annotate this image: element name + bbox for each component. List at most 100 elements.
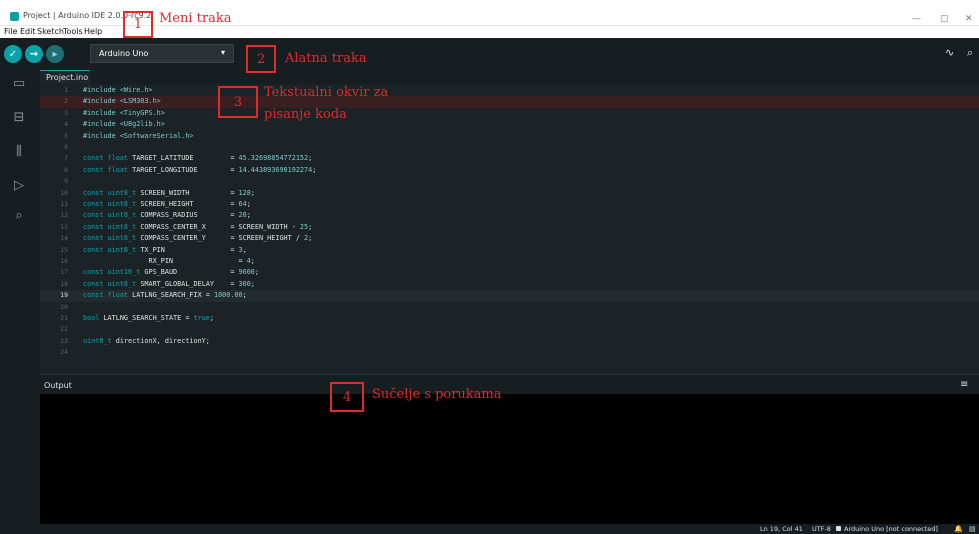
code-token: 25 — [299, 222, 309, 231]
code-line[interactable]: 20 — [40, 302, 979, 313]
tab-project-ino[interactable]: Project.ino — [40, 70, 90, 84]
boards-manager-icon[interactable]: ⊟ — [11, 110, 27, 126]
code-token: = — [238, 257, 247, 265]
code-line[interactable]: 4 #include <U8g2lib.h> — [40, 119, 979, 130]
code-token: COMPASS_CENTER_X — [140, 222, 231, 231]
arduino-app-icon — [10, 12, 19, 21]
serial-monitor-icon[interactable]: ⌕ — [967, 46, 973, 60]
code-line[interactable]: 1 #include <Wire.h> — [40, 85, 979, 96]
code-token: ; — [250, 257, 255, 265]
code-token: ; — [308, 222, 313, 231]
code-token: bool — [83, 314, 104, 322]
serial-plotter-icon[interactable]: ∿ — [945, 46, 954, 59]
code-token: uint16_t — [107, 268, 145, 277]
code-line[interactable]: 19 const float LATLNG_SEARCH_FIX = 1000.0… — [40, 290, 979, 302]
code-line[interactable]: 12 const uint8_t COMPASS_RADIUS = 20; — [40, 210, 979, 221]
close-button[interactable]: ✕ — [965, 14, 973, 24]
library-manager-icon[interactable]: ⫼ — [11, 144, 27, 160]
code-token: SCREEN_HEIGHT — [140, 200, 231, 208]
code-token: ; — [312, 165, 317, 174]
code-line[interactable]: 23 uint8_t directionX, directionY; — [40, 336, 979, 347]
annotation-4-box: 4 — [330, 382, 364, 412]
status-bar: Ln 19, Col 41 UTF-8 Arduino Uno [not con… — [0, 524, 979, 534]
code-token: ; — [246, 200, 251, 208]
line-number: 18 — [60, 279, 68, 288]
code-token: uint8_t — [107, 211, 141, 220]
maximize-button[interactable]: ▢ — [940, 14, 949, 24]
code-token: uint8_t — [107, 222, 141, 231]
line-number: 10 — [60, 188, 68, 197]
code-editor[interactable]: 1 #include <Wire.h> 2 #include <LSM303.h> 3 #… — [40, 84, 979, 374]
code-token: const — [83, 279, 108, 288]
menu-sketch[interactable]: Sketch — [37, 27, 64, 36]
code-line[interactable]: 14 const uint8_t COMPASS_CENTER_Y = SCREE… — [40, 233, 979, 244]
code-token: uint8_t — [107, 200, 141, 208]
code-token: LATLNG_SEARCH_FIX — [132, 291, 206, 300]
file-encoding[interactable]: UTF-8 — [812, 525, 831, 533]
code-token: const — [83, 245, 108, 254]
output-menu-icon[interactable]: ≡ — [960, 379, 968, 390]
code-token: uint8_t — [83, 336, 116, 345]
code-line[interactable]: 16 RX_PIN = 4; — [40, 256, 979, 267]
menu-edit[interactable]: Edit — [20, 27, 36, 36]
editor-tab-bar: Project.ino — [40, 70, 979, 84]
menu-file[interactable]: File — [4, 27, 17, 36]
debug-icon[interactable]: ▸ — [46, 45, 64, 63]
code-token: ; — [246, 211, 251, 220]
code-token: TARGET_LONGITUDE — [132, 165, 231, 174]
code-line[interactable]: 13 const uint8_t COMPASS_CENTER_X = SCREE… — [40, 222, 979, 233]
code-text: const uint8_t SCREEN_HEIGHT = 64; — [83, 199, 251, 210]
code-token: const — [83, 188, 108, 197]
code-line[interactable]: 7 const float TARGET_LATITUDE = 45.326988… — [40, 153, 979, 164]
board-connection-status[interactable]: Arduino Uno [not connected] — [844, 525, 938, 533]
code-token: const — [83, 211, 108, 220]
line-number: 4 — [64, 120, 68, 129]
code-token: const — [83, 291, 108, 300]
board-status-icon — [836, 526, 841, 531]
verify-icon[interactable]: ✓ — [4, 45, 22, 63]
code-text: #include <TinyGPS.h> — [83, 108, 165, 119]
code-line[interactable]: 8 const float TARGET_LONGITUDE = 14.44389… — [40, 165, 979, 176]
code-token: <LSM303.h> — [119, 97, 161, 106]
code-token: = — [230, 245, 239, 254]
code-token: #include — [83, 86, 120, 94]
code-line[interactable]: 5 #include <SoftwareSerial.h> — [40, 131, 979, 142]
panel-icon[interactable]: ▤ — [969, 525, 976, 533]
code-line[interactable]: 2 #include <LSM303.h> — [40, 96, 979, 108]
code-line[interactable]: 10 const uint8_t SCREEN_WIDTH = 128; — [40, 188, 979, 199]
cursor-position[interactable]: Ln 19, Col 41 — [760, 525, 803, 533]
activity-bar: ▭ ⊟ ⫼ ▷ ⌕ — [0, 70, 40, 534]
code-line[interactable]: 22 — [40, 324, 979, 335]
code-line[interactable]: 18 const uint8_t SMART_GLOBAL_DELAY = 300… — [40, 279, 979, 290]
code-line[interactable]: 17 const uint16_t GPS_BAUD = 9600; — [40, 267, 979, 278]
code-line[interactable]: 3 #include <TinyGPS.h> — [40, 108, 979, 119]
code-token: TARGET_LATITUDE — [132, 154, 231, 163]
folder-icon[interactable]: ▭ — [11, 76, 27, 92]
code-line[interactable]: 24 — [40, 347, 979, 358]
code-token: 300 — [238, 279, 251, 288]
code-token: = — [230, 279, 239, 288]
code-line[interactable]: 15 const uint8_t TX_PIN = 3, — [40, 245, 979, 256]
board-selector[interactable]: Arduino Uno ▾ — [90, 44, 234, 63]
code-text: #include <Wire.h> — [83, 85, 153, 96]
code-line[interactable]: 9 — [40, 176, 979, 187]
menu-tools[interactable]: Tools — [63, 27, 83, 36]
code-token: ; — [308, 234, 313, 243]
code-line[interactable]: 21 bool LATLNG_SEARCH_STATE = true; — [40, 313, 979, 324]
code-line[interactable]: 11 const uint8_t SCREEN_HEIGHT = 64; — [40, 199, 979, 210]
upload-icon[interactable]: → — [25, 45, 43, 63]
code-token: float — [107, 165, 133, 174]
minimize-button[interactable]: — — [912, 14, 921, 24]
line-number: 21 — [60, 314, 68, 322]
output-console[interactable] — [40, 394, 979, 524]
line-number: 3 — [64, 108, 68, 117]
bell-icon[interactable]: 🔔 — [954, 525, 963, 533]
code-token: const — [83, 268, 108, 277]
code-line[interactable]: 6 — [40, 142, 979, 153]
debug-panel-icon[interactable]: ▷ — [11, 178, 27, 194]
line-number: 9 — [64, 177, 68, 186]
menu-help[interactable]: Help — [84, 27, 102, 36]
code-token: const — [83, 200, 108, 208]
search-icon[interactable]: ⌕ — [11, 208, 27, 224]
code-token: 128 — [238, 188, 251, 197]
